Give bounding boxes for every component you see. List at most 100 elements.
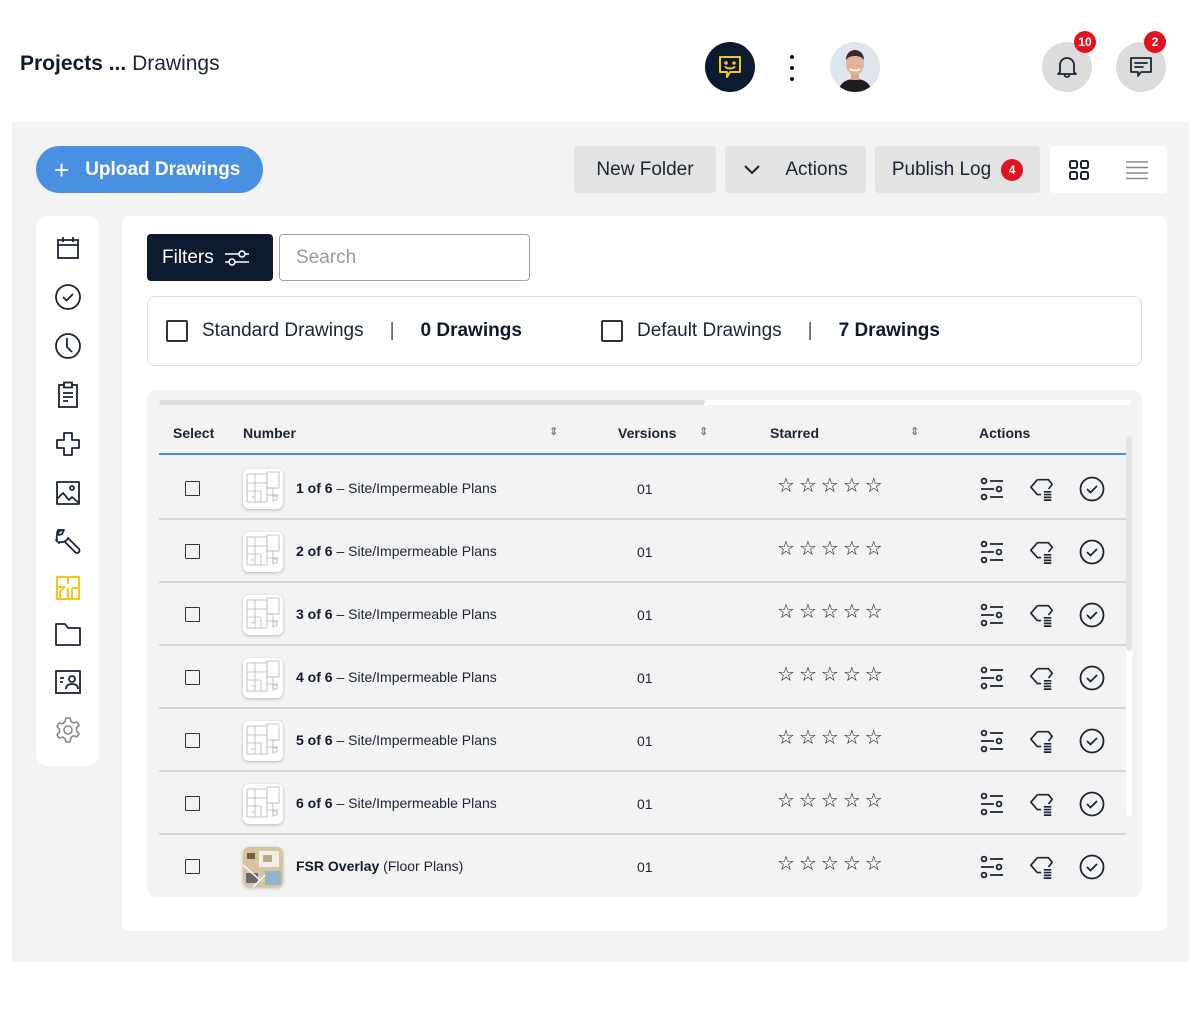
- column-number[interactable]: Number: [243, 425, 296, 441]
- sort-number-icon[interactable]: ⇕: [549, 425, 558, 438]
- star-icon[interactable]: ☆: [777, 602, 795, 622]
- star-icon[interactable]: ☆: [865, 476, 883, 496]
- table-row[interactable]: 5 of 6 – Site/Impermeable Plans 01 ☆ ☆ ☆ ☆ ☆: [159, 709, 1126, 772]
- drawing-title[interactable]: 2 of 6 – Site/Impermeable Plans: [296, 543, 497, 559]
- row-approve-button[interactable]: [1079, 791, 1105, 817]
- table-row[interactable]: 4 of 6 – Site/Impermeable Plans 01 ☆ ☆ ☆ ☆ ☆: [159, 646, 1126, 709]
- drawing-thumbnail[interactable]: [243, 847, 283, 887]
- sidebar-item-tools[interactable]: [54, 528, 82, 556]
- star-icon[interactable]: ☆: [843, 728, 861, 748]
- chat-assistant-button[interactable]: [705, 42, 755, 92]
- star-icon[interactable]: ☆: [777, 665, 795, 685]
- row-approve-button[interactable]: [1079, 476, 1105, 502]
- star-icon[interactable]: ☆: [821, 665, 839, 685]
- row-select-checkbox[interactable]: [185, 481, 200, 496]
- drawing-thumbnail[interactable]: [243, 469, 283, 509]
- drawing-title[interactable]: 1 of 6 – Site/Impermeable Plans: [296, 480, 497, 496]
- drawing-thumbnail[interactable]: [243, 658, 283, 698]
- user-avatar[interactable]: [830, 42, 880, 92]
- star-icon[interactable]: ☆: [777, 728, 795, 748]
- upload-drawings-button[interactable]: + Upload Drawings: [36, 146, 263, 193]
- drawing-thumbnail[interactable]: [243, 721, 283, 761]
- filters-button[interactable]: Filters: [147, 234, 273, 281]
- star-icon[interactable]: ☆: [865, 665, 883, 685]
- star-icon[interactable]: ☆: [799, 665, 817, 685]
- column-versions[interactable]: Versions: [618, 425, 676, 441]
- star-icon[interactable]: ☆: [843, 539, 861, 559]
- more-options-button[interactable]: [782, 55, 802, 81]
- star-icon[interactable]: ☆: [799, 476, 817, 496]
- row-settings-button[interactable]: [979, 791, 1005, 817]
- star-icon[interactable]: ☆: [777, 854, 795, 874]
- sidebar-item-safety[interactable]: [54, 430, 82, 458]
- star-icon[interactable]: ☆: [821, 728, 839, 748]
- star-icon[interactable]: ☆: [843, 602, 861, 622]
- sidebar-item-contacts[interactable]: [54, 668, 82, 696]
- table-row[interactable]: FSR Overlay (Floor Plans) 01 ☆ ☆ ☆ ☆ ☆: [159, 835, 1126, 897]
- drawing-title[interactable]: 6 of 6 – Site/Impermeable Plans: [296, 795, 497, 811]
- row-settings-button[interactable]: [979, 665, 1005, 691]
- breadcrumb-parent[interactable]: Projects ...: [20, 52, 126, 75]
- star-icon[interactable]: ☆: [777, 476, 795, 496]
- row-settings-button[interactable]: [979, 539, 1005, 565]
- row-select-checkbox[interactable]: [185, 733, 200, 748]
- star-icon[interactable]: ☆: [777, 539, 795, 559]
- star-icon[interactable]: ☆: [799, 728, 817, 748]
- row-settings-button[interactable]: [979, 854, 1005, 880]
- sidebar-item-reports[interactable]: [54, 381, 82, 409]
- row-approve-button[interactable]: [1079, 665, 1105, 691]
- sidebar-item-calendar[interactable]: [54, 234, 82, 262]
- row-approve-button[interactable]: [1079, 854, 1105, 880]
- drawing-title[interactable]: FSR Overlay (Floor Plans): [296, 858, 463, 874]
- drawing-thumbnail[interactable]: [243, 784, 283, 824]
- star-icon[interactable]: ☆: [865, 791, 883, 811]
- star-icon[interactable]: ☆: [799, 602, 817, 622]
- list-view-icon[interactable]: [1125, 159, 1149, 181]
- row-approve-button[interactable]: [1079, 728, 1105, 754]
- row-settings-button[interactable]: [979, 476, 1005, 502]
- row-select-checkbox[interactable]: [185, 670, 200, 685]
- actions-dropdown[interactable]: Actions: [725, 146, 866, 193]
- row-approve-button[interactable]: [1079, 602, 1105, 628]
- notifications-button[interactable]: 10: [1042, 31, 1096, 92]
- star-icon[interactable]: ☆: [843, 665, 861, 685]
- sidebar-item-tasks[interactable]: [54, 283, 82, 311]
- star-icon[interactable]: ☆: [865, 728, 883, 748]
- sort-versions-icon[interactable]: ⇕: [699, 425, 708, 438]
- row-settings-button[interactable]: [979, 728, 1005, 754]
- row-settings-button[interactable]: [979, 602, 1005, 628]
- vertical-scroll-thumb[interactable]: [1126, 436, 1132, 651]
- vertical-scrollbar[interactable]: [1126, 436, 1132, 816]
- star-icon[interactable]: ☆: [799, 791, 817, 811]
- row-tag-button[interactable]: [1029, 791, 1055, 817]
- sidebar-item-settings[interactable]: [54, 716, 82, 744]
- table-row[interactable]: 6 of 6 – Site/Impermeable Plans 01 ☆ ☆ ☆ ☆ ☆: [159, 772, 1126, 835]
- star-icon[interactable]: ☆: [799, 854, 817, 874]
- column-starred[interactable]: Starred: [770, 425, 819, 441]
- row-tag-button[interactable]: [1029, 539, 1055, 565]
- drawing-thumbnail[interactable]: [243, 532, 283, 572]
- table-row[interactable]: 1 of 6 – Site/Impermeable Plans 01 ☆ ☆ ☆ ☆ ☆: [159, 457, 1126, 520]
- search-input[interactable]: [279, 234, 530, 281]
- star-icon[interactable]: ☆: [821, 854, 839, 874]
- row-tag-button[interactable]: [1029, 665, 1055, 691]
- table-row[interactable]: 2 of 6 – Site/Impermeable Plans 01 ☆ ☆ ☆ ☆ ☆: [159, 520, 1126, 583]
- star-icon[interactable]: ☆: [865, 539, 883, 559]
- row-select-checkbox[interactable]: [185, 544, 200, 559]
- sidebar-item-drawings[interactable]: [54, 574, 82, 602]
- drawing-title[interactable]: 3 of 6 – Site/Impermeable Plans: [296, 606, 497, 622]
- sidebar-item-history[interactable]: [54, 332, 82, 360]
- star-icon[interactable]: ☆: [821, 791, 839, 811]
- row-tag-button[interactable]: [1029, 476, 1055, 502]
- drawing-thumbnail[interactable]: [243, 595, 283, 635]
- grid-view-icon[interactable]: [1068, 159, 1090, 181]
- row-tag-button[interactable]: [1029, 602, 1055, 628]
- publish-log-button[interactable]: Publish Log 4: [875, 146, 1040, 193]
- row-select-checkbox[interactable]: [185, 796, 200, 811]
- sort-starred-icon[interactable]: ⇕: [910, 425, 919, 438]
- sidebar-item-files[interactable]: [54, 620, 82, 648]
- row-select-checkbox[interactable]: [185, 607, 200, 622]
- messages-button[interactable]: 2: [1116, 31, 1166, 92]
- standard-drawings-checkbox[interactable]: [166, 320, 188, 342]
- star-icon[interactable]: ☆: [821, 476, 839, 496]
